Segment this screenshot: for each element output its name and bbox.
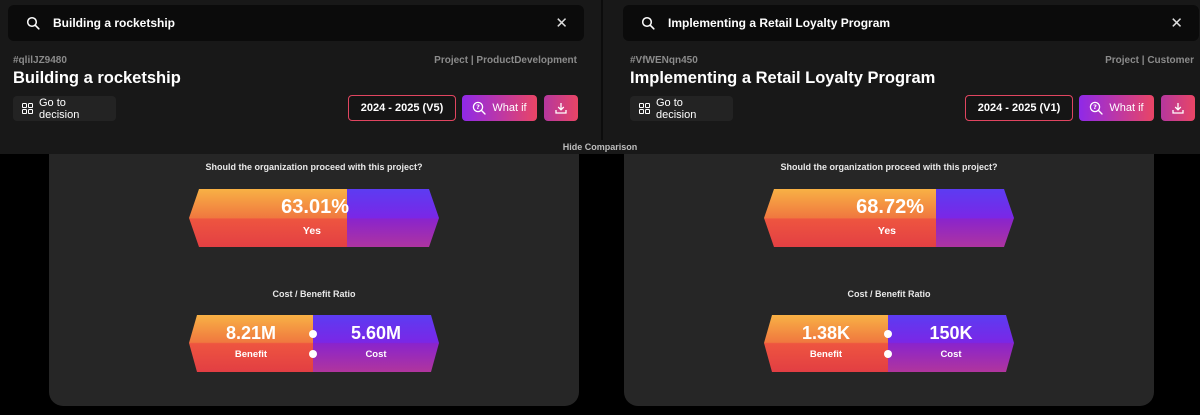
go-to-decision-label: Go to decision bbox=[656, 96, 697, 121]
what-if-label: What if bbox=[492, 102, 527, 114]
yes-label: Yes bbox=[877, 225, 896, 237]
search-icon bbox=[641, 16, 655, 30]
cost-benefit-ratio-label: Cost / Benefit Ratio bbox=[847, 289, 931, 299]
cost-value: 150K bbox=[929, 323, 973, 343]
cost-benefit-ratio-label: Cost / Benefit Ratio bbox=[272, 289, 356, 299]
benefit-label: Benefit bbox=[234, 349, 268, 360]
svg-text:?: ? bbox=[1093, 103, 1097, 111]
question-search-icon: ? bbox=[1089, 101, 1104, 115]
download-button[interactable] bbox=[544, 95, 578, 121]
benefit-value: 1.38K bbox=[801, 323, 851, 343]
what-if-label: What if bbox=[1109, 102, 1144, 114]
download-icon bbox=[1172, 102, 1184, 114]
benefit-label: Benefit bbox=[809, 349, 843, 360]
cost-label: Cost bbox=[940, 349, 962, 360]
download-icon bbox=[555, 102, 567, 114]
cost-label: Cost bbox=[365, 349, 387, 360]
yes-percentage: 63.01% bbox=[281, 196, 349, 218]
grid-icon bbox=[639, 103, 650, 114]
question-search-icon: ? bbox=[472, 101, 487, 115]
go-to-decision-button[interactable]: Go to decision bbox=[630, 96, 733, 121]
download-button[interactable] bbox=[1161, 95, 1195, 121]
svg-text:?: ? bbox=[476, 103, 480, 111]
hide-comparison-toggle[interactable]: Hide Comparison bbox=[0, 140, 1200, 154]
cost-value: 5.60M bbox=[350, 323, 402, 343]
close-icon[interactable]: ✕ bbox=[1170, 16, 1183, 31]
project-id: #qlilJZ9480 bbox=[13, 55, 67, 66]
search-bar[interactable]: Implementing a Retail Loyalty Program ✕ bbox=[623, 5, 1199, 41]
no-segment bbox=[936, 189, 1014, 247]
yes-label: Yes bbox=[302, 225, 321, 237]
search-bar[interactable]: Building a rocketship ✕ bbox=[8, 5, 584, 41]
project-id: #VfWENqn450 bbox=[630, 55, 698, 66]
project-category: Project | ProductDevelopment bbox=[434, 55, 577, 66]
decision-card-right: Should the organization proceed with thi… bbox=[624, 154, 1154, 406]
decision-question: Should the organization proceed with thi… bbox=[205, 162, 423, 172]
go-to-decision-label: Go to decision bbox=[39, 96, 80, 121]
grid-icon bbox=[22, 103, 33, 114]
version-selector[interactable]: 2024 - 2025 (V1) bbox=[965, 95, 1073, 121]
decision-question: Should the organization proceed with thi… bbox=[780, 162, 998, 172]
no-segment bbox=[347, 189, 439, 247]
search-input[interactable]: Building a rocketship bbox=[53, 16, 555, 30]
close-icon[interactable]: ✕ bbox=[555, 16, 568, 31]
comparison-panel-right: Implementing a Retail Loyalty Program ✕ … bbox=[603, 0, 1200, 140]
comparison-panel-left: Building a rocketship ✕ #qlilJZ9480 Proj… bbox=[0, 0, 601, 140]
decision-card-left: Should the organization proceed with thi… bbox=[49, 154, 579, 406]
what-if-button[interactable]: ? What if bbox=[1079, 95, 1154, 121]
benefit-value: 8.21M bbox=[225, 323, 277, 343]
yes-percentage: 68.72% bbox=[856, 196, 924, 218]
what-if-button[interactable]: ? What if bbox=[462, 95, 537, 121]
project-title: Implementing a Retail Loyalty Program bbox=[630, 69, 936, 87]
search-input[interactable]: Implementing a Retail Loyalty Program bbox=[668, 16, 1170, 30]
search-icon bbox=[26, 16, 40, 30]
project-title: Building a rocketship bbox=[13, 69, 181, 87]
project-category: Project | Customer bbox=[1105, 55, 1194, 66]
version-selector[interactable]: 2024 - 2025 (V5) bbox=[348, 95, 456, 121]
go-to-decision-button[interactable]: Go to decision bbox=[13, 96, 116, 121]
